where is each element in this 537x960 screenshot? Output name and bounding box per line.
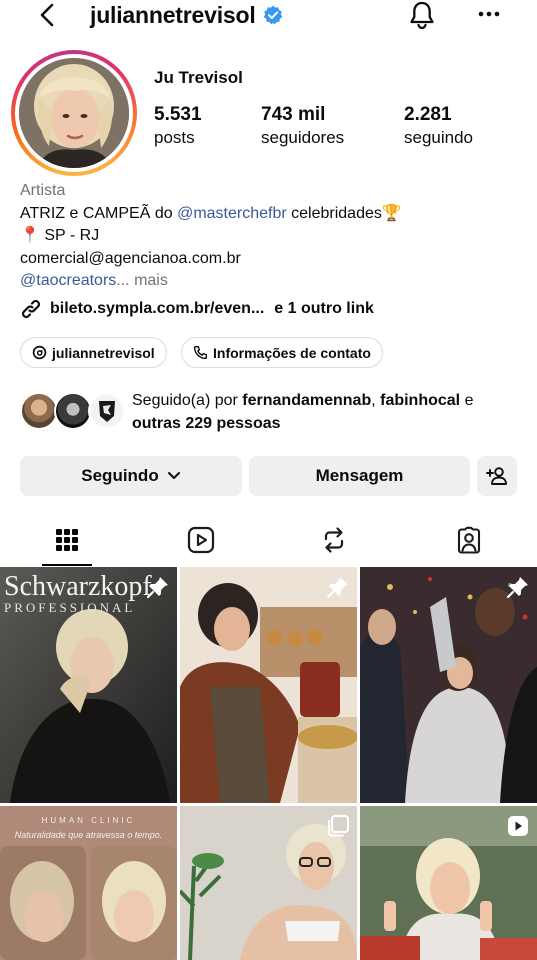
grid-post[interactable]: [180, 806, 357, 960]
link-icon: [21, 299, 41, 319]
tab-reels[interactable]: [176, 513, 226, 567]
chevron-left-icon[interactable]: [36, 2, 58, 28]
bio-category: Artista: [20, 182, 66, 199]
add-user-button[interactable]: [477, 456, 517, 496]
following-button[interactable]: Seguindo: [20, 456, 242, 496]
pin-icon: [326, 577, 348, 599]
active-tab-indicator: [42, 564, 92, 566]
add-person-icon: [486, 467, 507, 485]
mutual-others: outras 229 pessoas: [132, 415, 281, 432]
brand-overlay: Schwarzkopf: [4, 571, 152, 602]
verified-badge-icon: [263, 5, 282, 25]
brand-overlay-sub: PROFESSIONAL: [4, 600, 136, 615]
stat-label: seguindo: [404, 128, 474, 147]
profile-username: juliannetrevisol: [90, 1, 256, 28]
tab-posts-grid[interactable]: [42, 513, 92, 567]
external-link-row[interactable]: bileto.sympla.com.br/even... e 1 outro l…: [20, 298, 374, 320]
bio-text: ATRIZ e CAMPEÃ do: [20, 205, 178, 222]
grid-post[interactable]: HUMAN CLINIC Naturalidade que atravessa …: [0, 806, 177, 960]
followed-by-prefix: Seguido(a) por: [132, 392, 243, 409]
message-label: Mensagem: [315, 466, 404, 485]
story-ring[interactable]: [11, 50, 137, 176]
mutual-user: fernandamennab: [242, 392, 372, 409]
mention-link[interactable]: @masterchefbr: [177, 205, 287, 222]
stat-label: seguidores: [261, 128, 345, 147]
bio-location: 📍 SP - RJ: [20, 227, 100, 244]
grid-post[interactable]: [360, 806, 537, 960]
post-image: [180, 567, 357, 803]
clinic-overlay-sub: Naturalidade que atravessa o tempo.: [14, 830, 163, 840]
link-url: bileto.sympla.com.br/even...: [50, 300, 265, 317]
followed-by-suffix: e: [460, 392, 474, 409]
stat-value: 743 mil: [261, 104, 326, 125]
chevron-down-icon: [167, 472, 180, 479]
threads-label: juliannetrevisol: [52, 344, 155, 361]
repost-icon: [324, 527, 344, 553]
posts-grid: Schwarzkopf PROFESSIONAL HUMAN CLINIC Na…: [0, 567, 537, 960]
grid-icon: [56, 529, 78, 551]
clinic-overlay: HUMAN CLINIC: [41, 816, 136, 825]
tab-reposts[interactable]: [309, 513, 359, 567]
username-header: juliannetrevisol: [90, 0, 283, 30]
pin-icon: [506, 577, 528, 599]
bio-text: celebridades🏆: [286, 205, 402, 222]
grid-post[interactable]: [360, 567, 537, 803]
stat-following[interactable]: 2.281 seguindo: [404, 104, 473, 148]
avatar: [54, 392, 92, 430]
avatar: [19, 58, 129, 168]
more-link[interactable]: ... mais: [116, 272, 168, 289]
more-horizontal-icon[interactable]: [477, 4, 501, 24]
peugeot-logo-icon: [91, 395, 123, 427]
phone-icon: [193, 345, 208, 360]
pin-icon: [146, 577, 168, 599]
contact-info-chip[interactable]: Informações de contato: [181, 337, 383, 368]
top-bar: juliannetrevisol: [0, 0, 537, 34]
bio-email: comercial@agencianoa.com.br: [20, 250, 241, 267]
contact-label: Informações de contato: [213, 344, 371, 361]
stat-label: posts: [154, 128, 195, 147]
stat-value: 2.281: [404, 104, 452, 125]
message-button[interactable]: Mensagem: [249, 456, 470, 496]
avatar-photo: [19, 58, 129, 168]
reels-icon: [187, 526, 215, 554]
bio-line-1: ATRIZ e CAMPEÃ do @masterchefbr celebrid…: [20, 203, 402, 225]
reel-icon: [508, 816, 528, 836]
stat-value: 5.531: [154, 104, 202, 125]
mention-link[interactable]: @taocreators: [20, 272, 116, 289]
full-name: Ju Trevisol: [154, 68, 243, 87]
mutual-user: fabinhocal: [380, 392, 461, 409]
separator: ,: [371, 392, 381, 409]
avatar: [20, 392, 58, 430]
bio-line-4: @taocreators... mais: [20, 270, 168, 292]
stat-posts[interactable]: 5.531 posts: [154, 104, 202, 148]
post-image: [360, 567, 537, 803]
stat-followers[interactable]: 743 mil seguidores: [261, 104, 344, 148]
followed-by-text[interactable]: Seguido(a) por fernandamennab, fabinhoca…: [132, 389, 532, 435]
following-label: Seguindo: [81, 466, 159, 485]
grid-post[interactable]: Schwarzkopf PROFESSIONAL: [0, 567, 177, 803]
threads-chip[interactable]: juliannetrevisol: [20, 337, 167, 368]
tab-tagged[interactable]: [444, 513, 494, 567]
tagged-person-icon: [457, 526, 481, 554]
avatar: [88, 392, 126, 430]
bell-icon[interactable]: [408, 0, 436, 30]
threads-icon: [32, 345, 47, 360]
profile-tabs: [0, 513, 537, 567]
more-links: e 1 outro link: [274, 300, 374, 317]
carousel-icon: [328, 815, 349, 837]
grid-post[interactable]: [180, 567, 357, 803]
mutual-followers-avatars[interactable]: [20, 392, 126, 432]
